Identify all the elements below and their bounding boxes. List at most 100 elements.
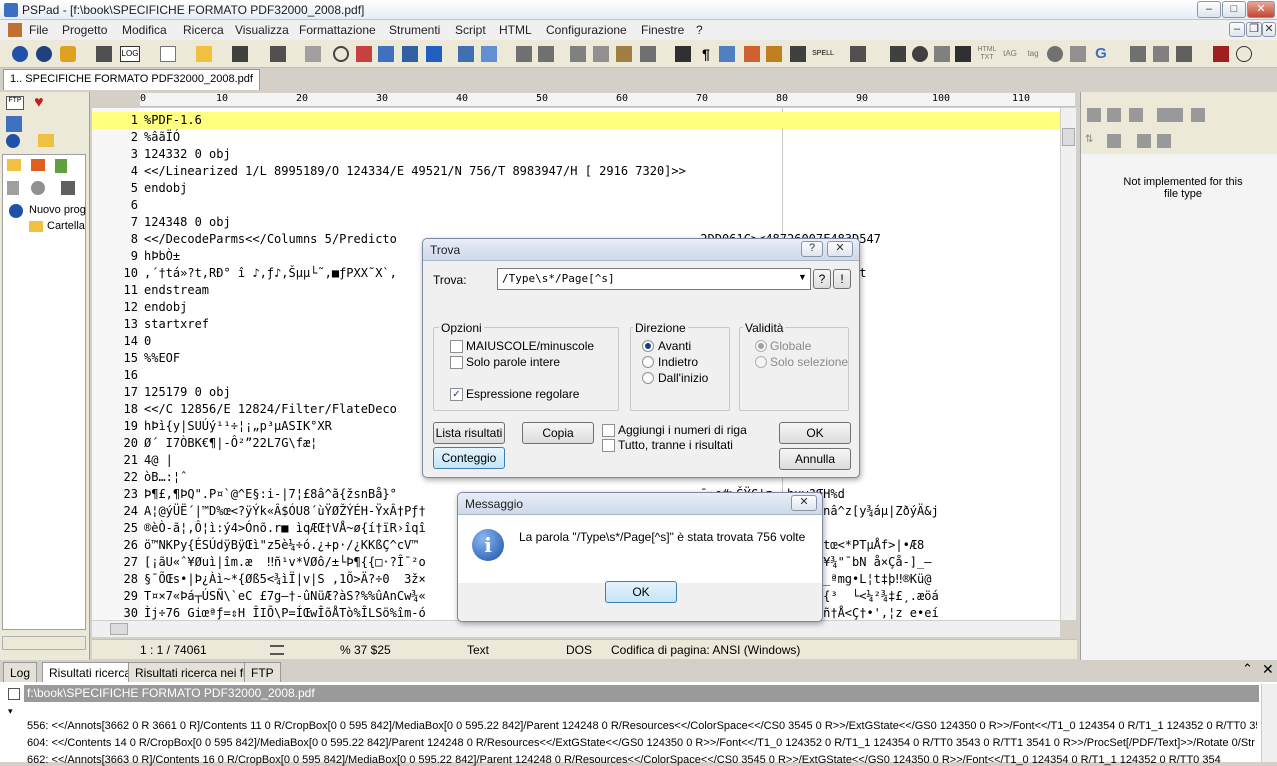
count-button[interactable]: Conteggio [433,447,505,469]
line-text[interactable]: hÞbÒ± [144,248,180,265]
explorer-collapse-icon[interactable] [1129,108,1143,122]
code-line[interactable]: 6 [92,197,1060,214]
tab-log[interactable]: Log [3,662,38,682]
delete-folder-icon[interactable] [31,159,45,171]
tree-root-label[interactable]: Nuovo prog [29,204,86,216]
line-text[interactable]: 124348 0 obj [144,214,231,231]
explorer-doc2-icon[interactable] [1157,134,1171,148]
list-results-button[interactable]: Lista risultati [433,422,505,444]
find-combobox[interactable]: /Type\s*/Page[^s] ▼ [497,268,811,290]
minimize-button[interactable]: – [1197,1,1221,18]
editor-vertical-scrollbar[interactable] [1060,108,1076,620]
log-icon[interactable]: LOG [120,46,140,62]
menu-formattazione[interactable]: Formattazione [299,23,376,37]
clear-log-icon[interactable] [8,688,20,700]
global-radio[interactable] [755,340,767,352]
line-text[interactable]: 4@ | [144,452,173,469]
code-line[interactable]: 1 %PDF-1.6 [92,112,1060,129]
close-file-icon[interactable] [305,46,321,62]
menu-modifica[interactable]: Modifica [122,23,167,37]
code-line[interactable]: 7 124348 0 obj [92,214,1060,231]
paste-icon[interactable] [616,46,632,62]
doc-close-button[interactable]: ✕ [1262,22,1276,37]
whole-word-label[interactable]: Solo parole intere [466,355,560,369]
ok-button[interactable]: OK [779,422,851,444]
explorer-refresh-icon[interactable] [1087,108,1101,122]
forward-radio[interactable] [642,340,654,352]
whole-word-checkbox[interactable] [450,356,463,369]
open-project-icon[interactable] [60,46,76,62]
backward-radio[interactable] [642,356,654,368]
delete-icon[interactable] [640,46,656,62]
code-line[interactable]: 5 endobj [92,180,1060,197]
glasses-icon[interactable] [1236,46,1252,62]
regex-label[interactable]: Espressione regolare [466,387,579,401]
clip-icon[interactable] [744,46,760,62]
explorer-doc-icon[interactable] [1137,134,1151,148]
hscroll-thumb[interactable] [110,623,128,635]
file-tab-active[interactable]: 1.. SPECIFICHE FORMATO PDF32000_2008.pdf [3,69,260,90]
tag-lower-icon[interactable]: tag [1023,46,1043,62]
doc-restore-button[interactable]: ❐ [1246,22,1262,37]
line-text[interactable]: 0 [144,333,151,350]
print-preview-icon[interactable] [481,46,497,62]
menu-visualizza[interactable]: Visualizza [235,23,289,37]
tag-icon[interactable]: tAG [1000,46,1020,62]
brackets-icon[interactable] [402,46,418,62]
split-icon[interactable] [1153,46,1169,62]
menu-strumenti[interactable]: Strumenti [389,23,440,37]
code-line[interactable]: 4 <</Linearized 1/L 8995189/O 124334/E 49… [92,163,1060,180]
ftp-icon[interactable]: FTP [6,96,24,110]
bookmark-icon[interactable] [426,46,442,62]
menu-script[interactable]: Script [455,23,486,37]
selection-label[interactable]: Solo selezione [770,355,848,369]
explorer-list-icon[interactable] [1191,108,1205,122]
undo-icon[interactable] [516,46,532,62]
line-text[interactable]: hÞì{y|SUÚý¹¹÷¦¡„p³µASIK°XR [144,418,332,435]
line-text[interactable]: %âãÏÓ [144,129,180,146]
open-file-icon[interactable] [196,46,212,62]
tab-search-results[interactable]: Risultati ricerca [42,662,139,682]
dialog-close-button[interactable]: ✕ [827,241,853,257]
doc-minimize-button[interactable]: – [1229,22,1245,37]
forward-label[interactable]: Avanti [658,339,691,353]
save-icon[interactable] [232,46,248,62]
replace-icon[interactable] [356,46,372,62]
menu-progetto[interactable]: Progetto [62,23,107,37]
regex-insert-button[interactable]: ! [833,269,851,289]
tree-scrollbar[interactable] [2,636,86,650]
log-line[interactable]: 662: <</Annots[3663 0 R]/Contents 16 0 R… [27,754,1257,766]
collapse-icon[interactable]: ⌃ [1242,661,1253,677]
line-text[interactable]: 125179 0 obj [144,384,231,401]
print-icon[interactable] [96,46,112,62]
all-except-label[interactable]: Tutto, tranne i risultati [618,438,733,452]
favorites-icon[interactable]: ♥ [34,94,44,112]
from-start-label[interactable]: Dall'inizio [658,371,708,385]
refresh-icon[interactable] [31,181,45,195]
tree-child-label[interactable]: Cartella [47,220,85,232]
project-icon[interactable] [12,46,28,62]
backward-label[interactable]: Indietro [658,355,698,369]
folder-tab-icon[interactable] [38,134,54,147]
line-text[interactable]: ®èÒ-ã¦,Ô¦ì:ý4>Ónõ.r■ ìqÆŒ†VÅ~ø{í†ïR›îqî [144,520,426,537]
add-file-icon[interactable] [55,159,67,173]
project-view-icon[interactable] [6,116,22,132]
table-icon[interactable] [890,46,906,62]
window-icon[interactable] [1130,46,1146,62]
line-text[interactable]: endobj [144,180,187,197]
log-scrollbar[interactable] [1261,684,1277,762]
google-icon[interactable]: G [1093,46,1109,62]
line-text[interactable]: endstream [144,282,209,299]
menu-ricerca[interactable]: Ricerca [183,23,224,37]
dialog-help-button[interactable]: ? [801,241,823,257]
explorer-tree-icon[interactable] [1169,108,1183,122]
cancel-button[interactable]: Annulla [779,448,851,470]
close-log-icon[interactable]: ✕ [1262,661,1274,678]
explorer-expand-icon[interactable] [1107,108,1121,122]
find-files-icon[interactable] [378,46,394,62]
line-text[interactable]: òB…:¦ˆ [144,469,187,486]
image-icon[interactable] [912,46,928,62]
explorer-filter-icon[interactable] [1107,134,1121,148]
global-label[interactable]: Globale [770,339,811,353]
grid-icon[interactable] [955,46,971,62]
